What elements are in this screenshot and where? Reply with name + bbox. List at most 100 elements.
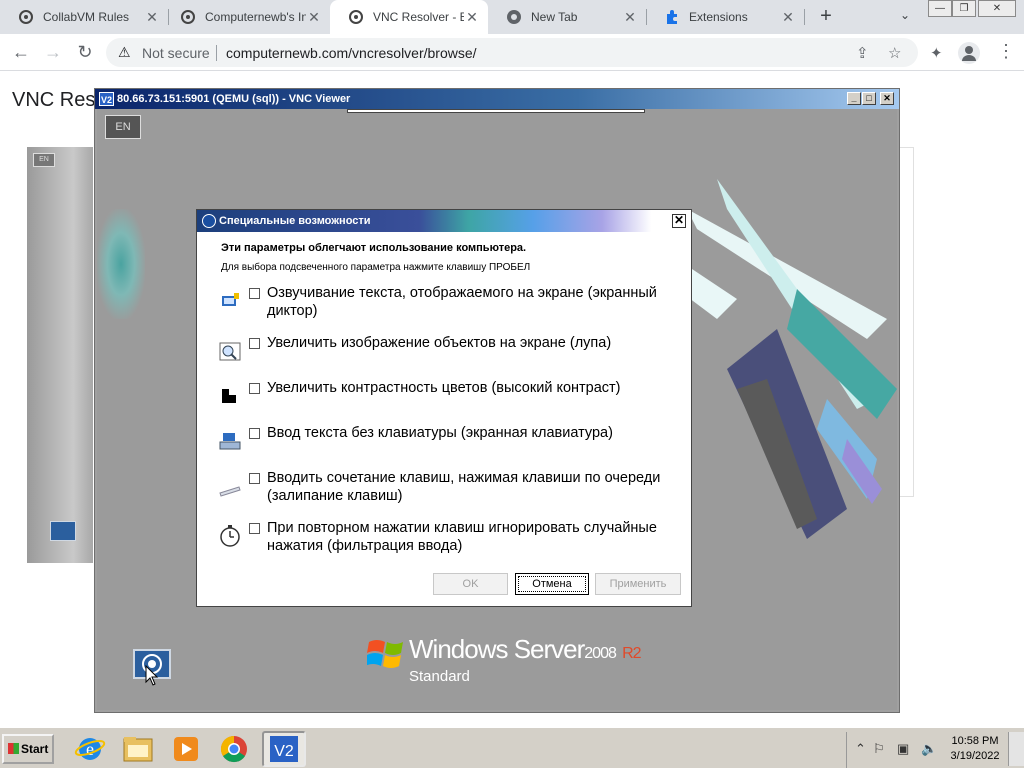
narrator-checkbox[interactable] [249,288,260,299]
page-table-edge [898,147,914,497]
tab-label: VNC Resolver - Bro [373,10,464,24]
tab-close-icon[interactable]: ✕ [464,9,480,26]
option-label[interactable]: Увеличить контрастность цветов (высокий … [267,379,687,397]
tab-search-button[interactable]: ⌄ [896,8,914,26]
sticky-keys-checkbox[interactable] [249,473,260,484]
tab-vnc-resolver[interactable]: VNC Resolver - Bro ✕ [330,0,488,34]
chrome-menu-icon[interactable]: ⋮ [997,41,1015,62]
profile-avatar-icon[interactable] [958,42,980,64]
restore-window-button[interactable]: ❐ [952,0,976,17]
option-label[interactable]: Озвучивание текста, отображаемого на экр… [267,284,687,320]
wallpaper-noise [97,209,145,319]
bookmark-star-icon[interactable]: ☆ [888,44,901,62]
apply-button[interactable]: Применить [595,573,681,595]
ok-button[interactable]: OK [433,573,508,595]
vnc-maximize-button[interactable]: □ [862,92,876,105]
clock-time: 10:58 PM [951,735,999,747]
browser-toolbar: ← → ↻ ⚠ Not secure computernewb.com/vncr… [0,34,1024,71]
show-hidden-icon[interactable]: ⌃ [855,741,866,757]
media-player-icon[interactable] [164,731,208,767]
windows-edition: Standard [409,668,470,685]
dialog-subheading: Для выбора подсвеченного параметра нажми… [221,262,531,273]
minimize-window-button[interactable]: — [928,0,952,17]
tab-close-icon[interactable]: ✕ [780,9,796,26]
clock-date: 3/19/2022 [950,750,1000,762]
onscreen-keyboard-checkbox[interactable] [249,428,260,439]
back-button[interactable]: ← [10,42,32,64]
file-explorer-icon[interactable] [116,731,160,767]
filter-keys-icon [220,525,240,547]
option-label[interactable]: При повторном нажатии клавиш игнорироват… [267,519,687,555]
tab-close-icon[interactable]: ✕ [622,9,638,26]
cancel-button[interactable]: Отмена [515,573,589,595]
reload-button[interactable]: ↻ [74,42,96,64]
windows-server-logo: Windows Server2008 R2 Standard [367,634,657,694]
warning-icon[interactable]: ⚠ [118,44,131,61]
vnc-minimize-button[interactable]: _ [847,92,861,105]
new-tab-button[interactable]: + [814,6,838,28]
option-label[interactable]: Вводить сочетание клавиш, нажимая клавиш… [267,469,687,505]
high-contrast-checkbox[interactable] [249,383,260,394]
extensions-puzzle-icon[interactable]: ✦ [930,44,943,62]
chrome-icon [506,9,522,25]
accessibility-dialog[interactable]: Специальные возможности ✕ Эти параметры … [196,209,692,607]
magnifier-checkbox[interactable] [249,338,260,349]
dialog-title: Специальные возможности [219,215,371,227]
close-window-button[interactable]: ✕ [978,0,1016,17]
mouse-cursor-icon [145,665,159,686]
windows-version: 2008 [584,645,617,662]
vnc-app-icon: V2 [99,92,114,106]
option-label[interactable]: Увеличить изображение объектов на экране… [267,334,687,352]
option-label[interactable]: Ввод текста без клавиатуры (экранная кла… [267,424,687,442]
sticky-keys-icon [219,486,241,497]
dialog-heading: Эти параметры облегчают использование ко… [221,242,527,254]
vnc-title-text: 80.66.73.151:5901 (QEMU (sql)) - VNC Vie… [117,93,351,105]
tab-collabvm-rules[interactable]: CollabVM Rules ✕ [0,0,168,34]
tab-label: CollabVM Rules [43,10,130,24]
windows-release: R2 [622,645,641,662]
filter-keys-checkbox[interactable] [249,523,260,534]
browser-tab-strip: CollabVM Rules ✕ Computernewb's In ✕ VNC… [0,0,1024,34]
tab-label: Extensions [689,10,748,24]
share-icon[interactable]: ⇪ [856,44,869,62]
high-contrast-icon [222,389,236,403]
vnc-title-bar[interactable]: V2 80.66.73.151:5901 (QEMU (sql)) - VNC … [95,89,899,109]
wallpaper-streaks [677,179,897,539]
flag-icon[interactable]: ⚐ [873,741,885,757]
taskbar: Start e V2 ⌃ ⚐ ▣ 🔈 10:58 PM 3/19/2022 [0,727,1024,768]
vnc-close-button[interactable]: ✕ [880,92,894,105]
screenshot-thumbnail[interactable]: EN [27,147,93,563]
start-label: Start [21,742,49,756]
tab-new-tab[interactable]: New Tab ✕ [488,0,646,34]
dialog-title-bar[interactable]: Специальные возможности ✕ [197,210,691,232]
internet-explorer-icon[interactable]: e [68,731,112,767]
address-divider [216,45,217,61]
volume-muted-icon[interactable]: 🔈 [921,741,937,757]
vnc-viewer-icon[interactable]: V2 [262,731,306,767]
taskbar-clock[interactable]: 10:58 PM 3/19/2022 [950,734,1000,764]
collabvm-icon [180,9,196,25]
forward-button[interactable]: → [42,42,64,64]
windows-brand: Windows Server [409,634,585,664]
puzzle-icon [664,9,680,25]
tab-close-icon[interactable]: ✕ [144,9,160,26]
tab-extensions[interactable]: Extensions ✕ [646,0,804,34]
network-icon[interactable]: ▣ [897,741,909,757]
windows-flag-icon [367,640,403,668]
url-text[interactable]: computernewb.com/vncresolver/browse/ [226,45,477,61]
thumbnail-lang-indicator: EN [33,153,55,167]
address-bar[interactable]: ⚠ Not secure computernewb.com/vncresolve… [106,38,918,67]
chrome-icon[interactable] [212,731,256,767]
remote-top-strip [347,109,645,113]
start-button[interactable]: Start [2,734,54,764]
ease-of-access-icon [202,214,216,228]
narrator-icon [222,293,239,306]
tab-computernewb[interactable]: Computernewb's In ✕ [162,0,330,34]
show-desktop-button[interactable] [1008,732,1024,766]
tab-close-icon[interactable]: ✕ [306,9,322,26]
language-indicator[interactable]: EN [105,115,141,139]
security-label[interactable]: Not secure [142,45,210,61]
collabvm-icon [18,9,34,25]
dialog-close-button[interactable]: ✕ [672,214,686,228]
tab-label: Computernewb's In [205,10,306,24]
